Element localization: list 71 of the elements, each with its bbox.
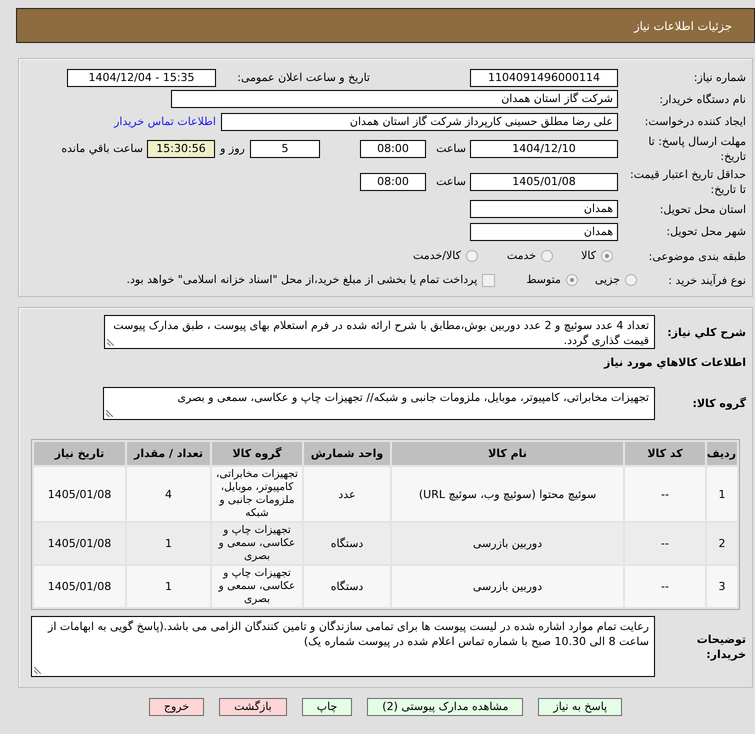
table-cell: 2 — [707, 523, 737, 564]
table-cell: دستگاه — [304, 523, 390, 564]
field-label: شماره نیاز: — [692, 70, 746, 85]
deadline-time-field[interactable]: 08:00 — [360, 140, 426, 158]
field-label: حداقل تاریخ اعتبار قیمت: تا تاریخ: — [629, 166, 746, 196]
table-cell: 1 — [127, 566, 210, 607]
deadline-date-field[interactable]: 1404/12/10 — [470, 140, 618, 158]
field-label: شهر محل تحویل: — [665, 224, 746, 239]
field-label: گروه کالا: — [691, 396, 746, 411]
field-label: طبقه بندی موضوعی: — [648, 248, 746, 264]
column-header: تعداد / مقدار — [127, 442, 210, 465]
table-cell: تجهیزات مخابراتی، کامپیوتر، موبایل، ملزومات جانبی و شبکه — [212, 467, 302, 521]
buyer-notes-textarea[interactable]: رعایت تمام موارد اشاره شده در لیست پیوست ها برای تمامی سازندگان و تامین کنندگان الزامی می باشد.(پاسخ گویی به ابهامات از ساعت 8 الی 10.30 صبح با شماره تماس اعلام شده در پیوست شماره یک) — [31, 616, 655, 677]
column-header: واحد شمارش — [304, 442, 390, 465]
time-left-field[interactable]: 15:30:56 — [147, 140, 215, 158]
announce-date-field[interactable]: 1404/12/04 - 15:35 — [67, 68, 216, 86]
requester-field[interactable]: علی رضا مطلق حسینی کارپرداز شرکت گاز استان همدان — [221, 112, 618, 130]
province-field[interactable]: همدان — [470, 200, 618, 218]
column-header: تاریخ نیاز — [34, 442, 125, 465]
table-cell: 1 — [127, 523, 210, 564]
goods-group-textarea[interactable]: تجهیزات مخابراتی، کامپیوتر، موبایل، ملزومات جانبی و شبکه// تجهیزات چاپ و عکاسی، سمعی و بصری — [103, 387, 655, 420]
exit-button[interactable]: بازگشت — [219, 698, 287, 716]
field-label: استان محل تحویل: — [658, 202, 746, 216]
field-label: شرح کلي نیاز: — [666, 324, 746, 340]
table-cell: -- — [625, 566, 705, 607]
field-label: ایجاد کننده درخواست: — [644, 114, 746, 129]
action-button[interactable]: چاپ — [302, 698, 352, 716]
table-cell: 3 — [707, 566, 737, 607]
table-cell: 1 — [707, 467, 737, 521]
table-cell: سوئیچ محتوا (سوئیچ وب، سوئیچ URL) — [392, 467, 623, 521]
field-label: مهلت ارسال پاسخ: تا تاریخ: — [647, 134, 746, 164]
table-cell: 4 — [127, 467, 210, 521]
table-cell: تجهیزات چاپ و عکاسی، سمعی و بصری — [212, 566, 302, 607]
resize-grip-icon — [106, 410, 113, 417]
column-header: نام کالا — [392, 442, 623, 465]
action-button[interactable]: پاسخ به نیاز — [538, 698, 622, 716]
contact-link[interactable]: اطلاعات تماس خریدار — [114, 114, 216, 130]
buyer-name-field[interactable]: شرکت گاز استان همدان — [171, 90, 618, 108]
field-label: توضیحات خریدار: — [696, 632, 746, 662]
field-label: تاریخ و ساعت اعلان عمومی: — [236, 70, 370, 86]
field-label: ساعت — [435, 174, 467, 190]
field-label: نام دستگاه خریدار: — [658, 92, 746, 106]
table-cell: دوربین بازرسی — [392, 566, 623, 607]
table-cell: دوربین بازرسی — [392, 523, 623, 564]
table-cell: 1405/01/08 — [34, 523, 125, 564]
resize-grip-icon — [34, 667, 41, 674]
column-header: گروه کالا — [212, 442, 302, 465]
column-header: ردیف — [707, 442, 737, 465]
resize-grip-icon — [107, 339, 114, 346]
table-cell: عدد — [304, 467, 390, 521]
days-left-field[interactable]: 5 — [250, 140, 320, 158]
table-cell: تجهیزات چاپ و عکاسی، سمعی و بصری — [212, 523, 302, 564]
city-field[interactable]: همدان — [470, 222, 618, 240]
need-number-field[interactable]: 1104091496000114 — [470, 68, 618, 86]
section-heading: اطلاعات کالاهاي مورد نیاز — [602, 355, 746, 371]
page-title: جزئیات اطلاعات نیاز — [634, 18, 732, 34]
table-cell: 1405/01/08 — [34, 566, 125, 607]
table-cell: 1405/01/08 — [34, 467, 125, 521]
validity-date-field[interactable]: 1405/01/08 — [470, 172, 618, 190]
description-textarea[interactable]: تعداد 4 عدد سوئیچ و 2 عدد دوربین بوش،مطابق با شرح ارائه شده در فرم استعلام بهای پیوست ، طبق مدارک پیوست قیمت گذاری گردد. — [104, 315, 655, 349]
validity-time-field[interactable]: 08:00 — [360, 172, 426, 190]
field-label: نوع فرآیند خرید : — [667, 272, 746, 288]
field-label: ساعت — [435, 141, 467, 157]
action-button[interactable]: مشاهده مدارک پیوستی (2) — [367, 698, 524, 716]
table-cell: -- — [625, 467, 705, 521]
column-header: کد کالا — [625, 442, 705, 465]
field-label: روز و — [218, 141, 246, 157]
exit-button[interactable]: خروج — [148, 698, 204, 716]
table-cell: -- — [625, 523, 705, 564]
table-cell: دستگاه — [304, 566, 390, 607]
field-label: ساعت باقي مانده — [61, 141, 143, 157]
